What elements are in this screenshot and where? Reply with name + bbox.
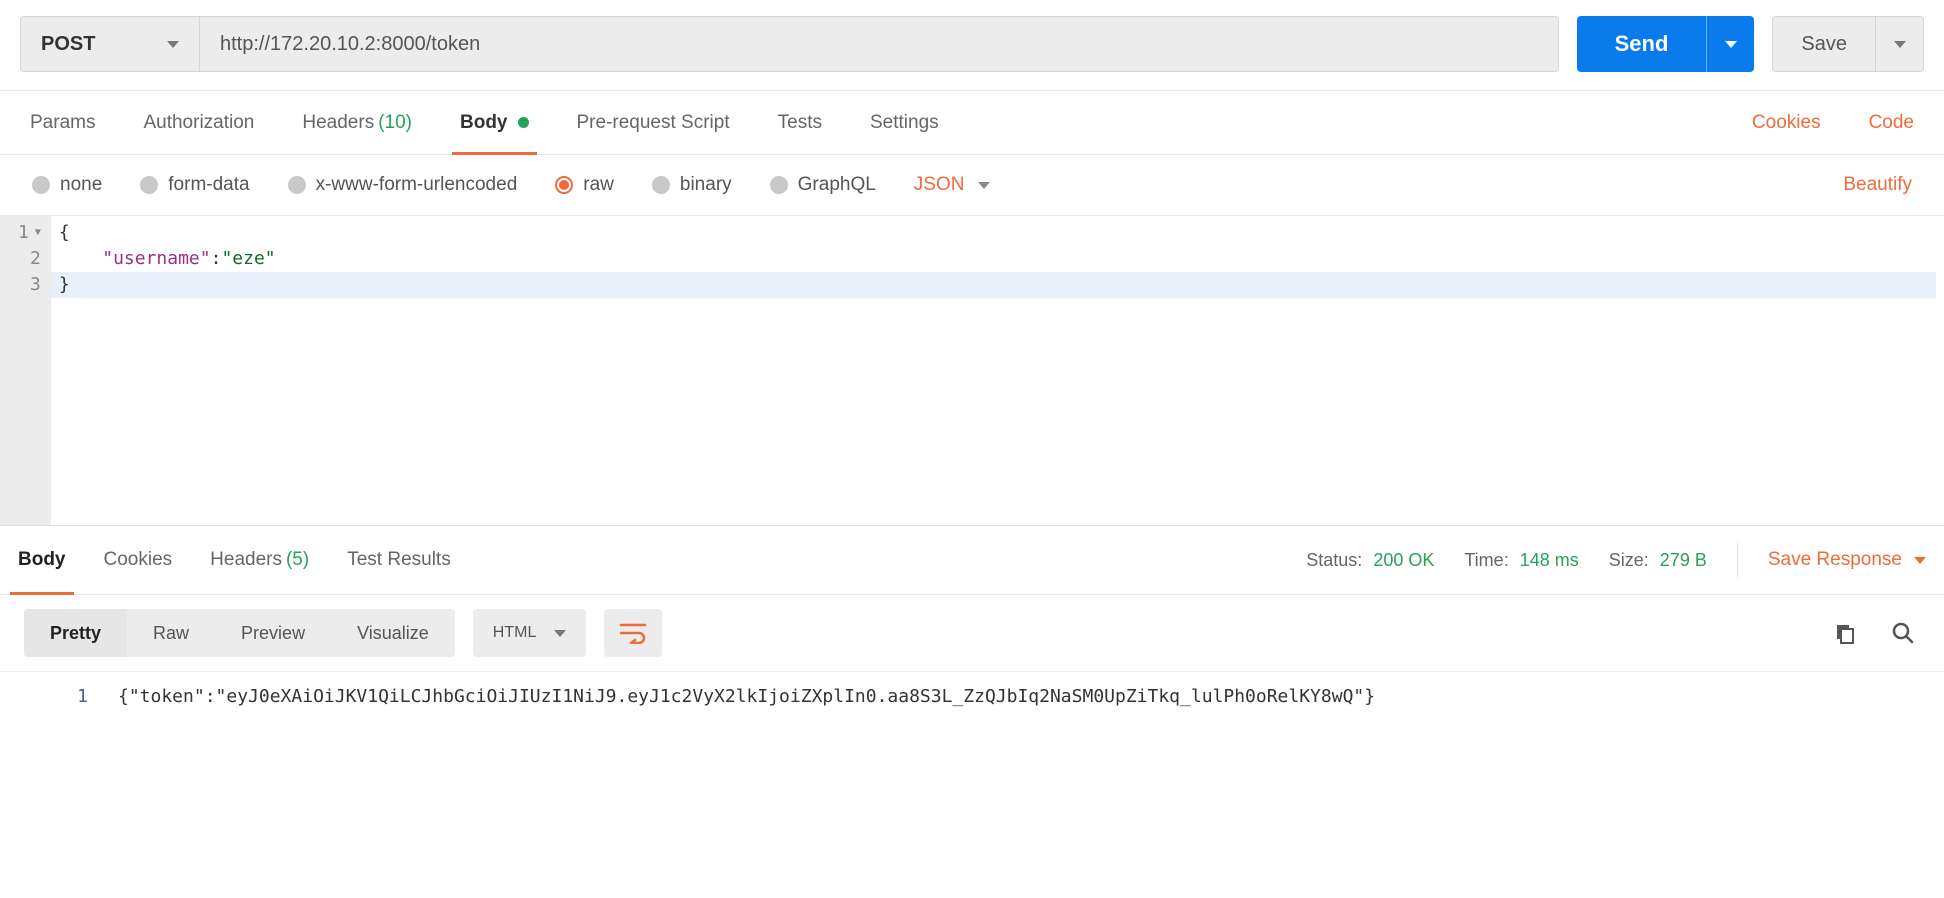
body-type-none-label: none [60,174,102,196]
view-pretty[interactable]: Pretty [24,609,127,657]
fold-icon: ▼ [35,220,41,246]
copy-icon [1833,621,1857,645]
save-button[interactable]: Save [1772,16,1876,72]
cookies-link[interactable]: Cookies [1752,112,1821,134]
view-visualize[interactable]: Visualize [331,609,455,657]
chevron-down-icon [978,182,990,189]
tab-headers[interactable]: Headers (10) [302,91,412,154]
tab-authorization[interactable]: Authorization [143,91,254,154]
save-response-dropdown[interactable]: Save Response [1768,549,1926,571]
beautify-link[interactable]: Beautify [1843,174,1912,196]
chevron-down-icon [554,630,566,637]
response-code: {"token":"eyJ0eXAiOiJKV1QiLCJhbGciOiJIUz… [110,680,1944,714]
chevron-down-icon [1914,557,1926,564]
content-type-dropdown[interactable]: JSON [914,174,991,196]
chevron-down-icon [167,41,179,48]
tab-tests[interactable]: Tests [778,91,822,154]
status-meta: Status: 200 OK [1306,550,1434,571]
radio-selected-icon [555,176,573,194]
tab-headers-label: Headers [302,112,374,134]
body-type-binary[interactable]: binary [652,174,732,196]
radio-icon [770,176,788,194]
chevron-down-icon [1725,41,1737,48]
body-type-graphql-label: GraphQL [798,174,876,196]
time-meta: Time: 148 ms [1464,550,1578,571]
url-value: http://172.20.10.2:8000/token [220,33,480,56]
response-tab-headers[interactable]: Headers (5) [206,526,313,594]
tab-params[interactable]: Params [30,91,95,154]
wrap-lines-button[interactable] [604,609,662,657]
view-preview[interactable]: Preview [215,609,331,657]
response-tab-headers-label: Headers [210,549,282,571]
body-type-raw-label: raw [583,174,614,196]
radio-icon [32,176,50,194]
tab-body[interactable]: Body [460,91,529,154]
body-type-urlencoded[interactable]: x-www-form-urlencoded [288,174,518,196]
body-type-graphql[interactable]: GraphQL [770,174,876,196]
send-button[interactable]: Send [1577,16,1707,72]
search-button[interactable] [1886,616,1920,650]
body-type-binary-label: binary [680,174,732,196]
view-mode-segment: Pretty Raw Preview Visualize [24,609,455,657]
size-meta: Size: 279 B [1609,550,1707,571]
headers-count: (10) [378,112,412,134]
view-raw[interactable]: Raw [127,609,215,657]
wrap-icon [619,622,647,644]
response-tab-body[interactable]: Body [14,526,70,594]
response-lang-value: HTML [493,624,537,642]
copy-button[interactable] [1828,616,1862,650]
dot-indicator-icon [518,117,529,128]
body-type-none[interactable]: none [32,174,102,196]
radio-icon [140,176,158,194]
editor-code: { "username":"eze" } [51,216,1944,525]
radio-icon [652,176,670,194]
response-tab-testresults[interactable]: Test Results [343,526,454,594]
response-lang-dropdown[interactable]: HTML [473,609,587,657]
response-headers-count: (5) [286,549,309,571]
divider [1737,543,1738,577]
body-type-raw[interactable]: raw [555,174,614,196]
url-input[interactable]: http://172.20.10.2:8000/token [200,16,1559,72]
request-body-editor[interactable]: 1▼ 2 3 { "username":"eze" } [0,215,1944,525]
method-select[interactable]: POST [20,16,200,72]
size-value: 279 B [1660,550,1707,570]
send-dropdown[interactable] [1706,16,1754,72]
radio-icon [288,176,306,194]
search-icon [1891,621,1915,645]
save-response-label: Save Response [1768,549,1902,571]
editor-gutter: 1▼ 2 3 [0,216,51,525]
tab-prerequest[interactable]: Pre-request Script [577,91,730,154]
chevron-down-icon [1894,41,1906,48]
content-type-value: JSON [914,174,965,196]
code-link[interactable]: Code [1869,112,1914,134]
tab-settings[interactable]: Settings [870,91,939,154]
tab-body-label: Body [460,112,508,134]
response-tab-cookies[interactable]: Cookies [100,526,177,594]
body-type-urlencoded-label: x-www-form-urlencoded [316,174,518,196]
response-gutter: 1 [0,680,110,714]
save-dropdown[interactable] [1876,16,1924,72]
method-value: POST [41,33,95,56]
body-type-formdata[interactable]: form-data [140,174,249,196]
response-body-editor[interactable]: 1 {"token":"eyJ0eXAiOiJKV1QiLCJhbGciOiJI… [0,671,1944,714]
time-value: 148 ms [1520,550,1579,570]
status-value: 200 OK [1373,550,1434,570]
body-type-formdata-label: form-data [168,174,249,196]
